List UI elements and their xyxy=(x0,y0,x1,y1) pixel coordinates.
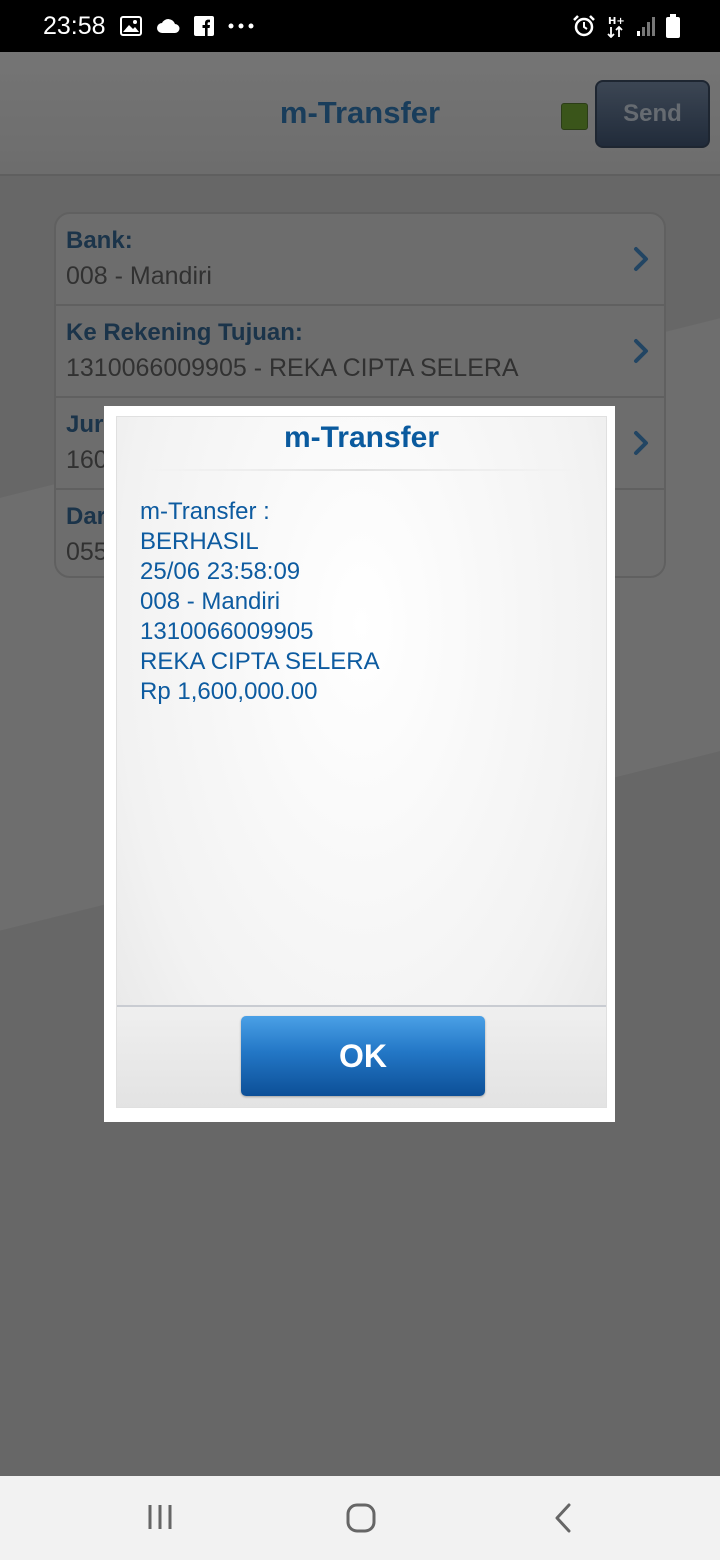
image-icon xyxy=(119,16,142,36)
divider xyxy=(147,469,576,471)
more-dots-icon xyxy=(228,23,254,29)
dialog-message: m-Transfer : BERHASIL 25/06 23:58:09 008… xyxy=(140,497,380,707)
dialog-title: m-Transfer xyxy=(283,421,440,454)
ok-button[interactable]: OK xyxy=(241,1016,485,1096)
message-line: BERHASIL xyxy=(140,528,259,555)
message-line: 008 - Mandiri xyxy=(140,588,281,615)
facebook-icon xyxy=(193,16,214,36)
svg-text:H+: H+ xyxy=(608,16,625,27)
dialog-footer: OK xyxy=(117,1005,606,1107)
hplus-data-icon: H+ xyxy=(606,14,626,38)
signal-icon xyxy=(636,15,656,37)
home-icon[interactable] xyxy=(345,1502,377,1534)
recent-apps-icon[interactable] xyxy=(145,1502,175,1532)
alarm-icon xyxy=(572,14,596,38)
message-line: m-Transfer : xyxy=(140,498,270,525)
notification-icons xyxy=(119,16,254,36)
status-time: 23:58 xyxy=(43,11,106,40)
battery-icon xyxy=(666,14,680,38)
message-line: 25/06 23:58:09 xyxy=(140,558,301,585)
result-dialog: m-Transfer m-Transfer : BERHASIL 25/06 2… xyxy=(104,406,615,1122)
dialog-body: m-Transfer m-Transfer : BERHASIL 25/06 2… xyxy=(116,416,607,1108)
message-line: 1310066009905 xyxy=(140,618,314,645)
navigation-bar xyxy=(0,1476,720,1560)
message-line: Rp 1,600,000.00 xyxy=(140,678,318,705)
message-line: REKA CIPTA SELERA xyxy=(140,648,380,675)
system-icons: H+ xyxy=(572,14,680,38)
cloud-icon xyxy=(156,18,180,34)
back-icon[interactable] xyxy=(550,1502,576,1534)
status-bar: 23:58 H+ xyxy=(0,0,720,52)
